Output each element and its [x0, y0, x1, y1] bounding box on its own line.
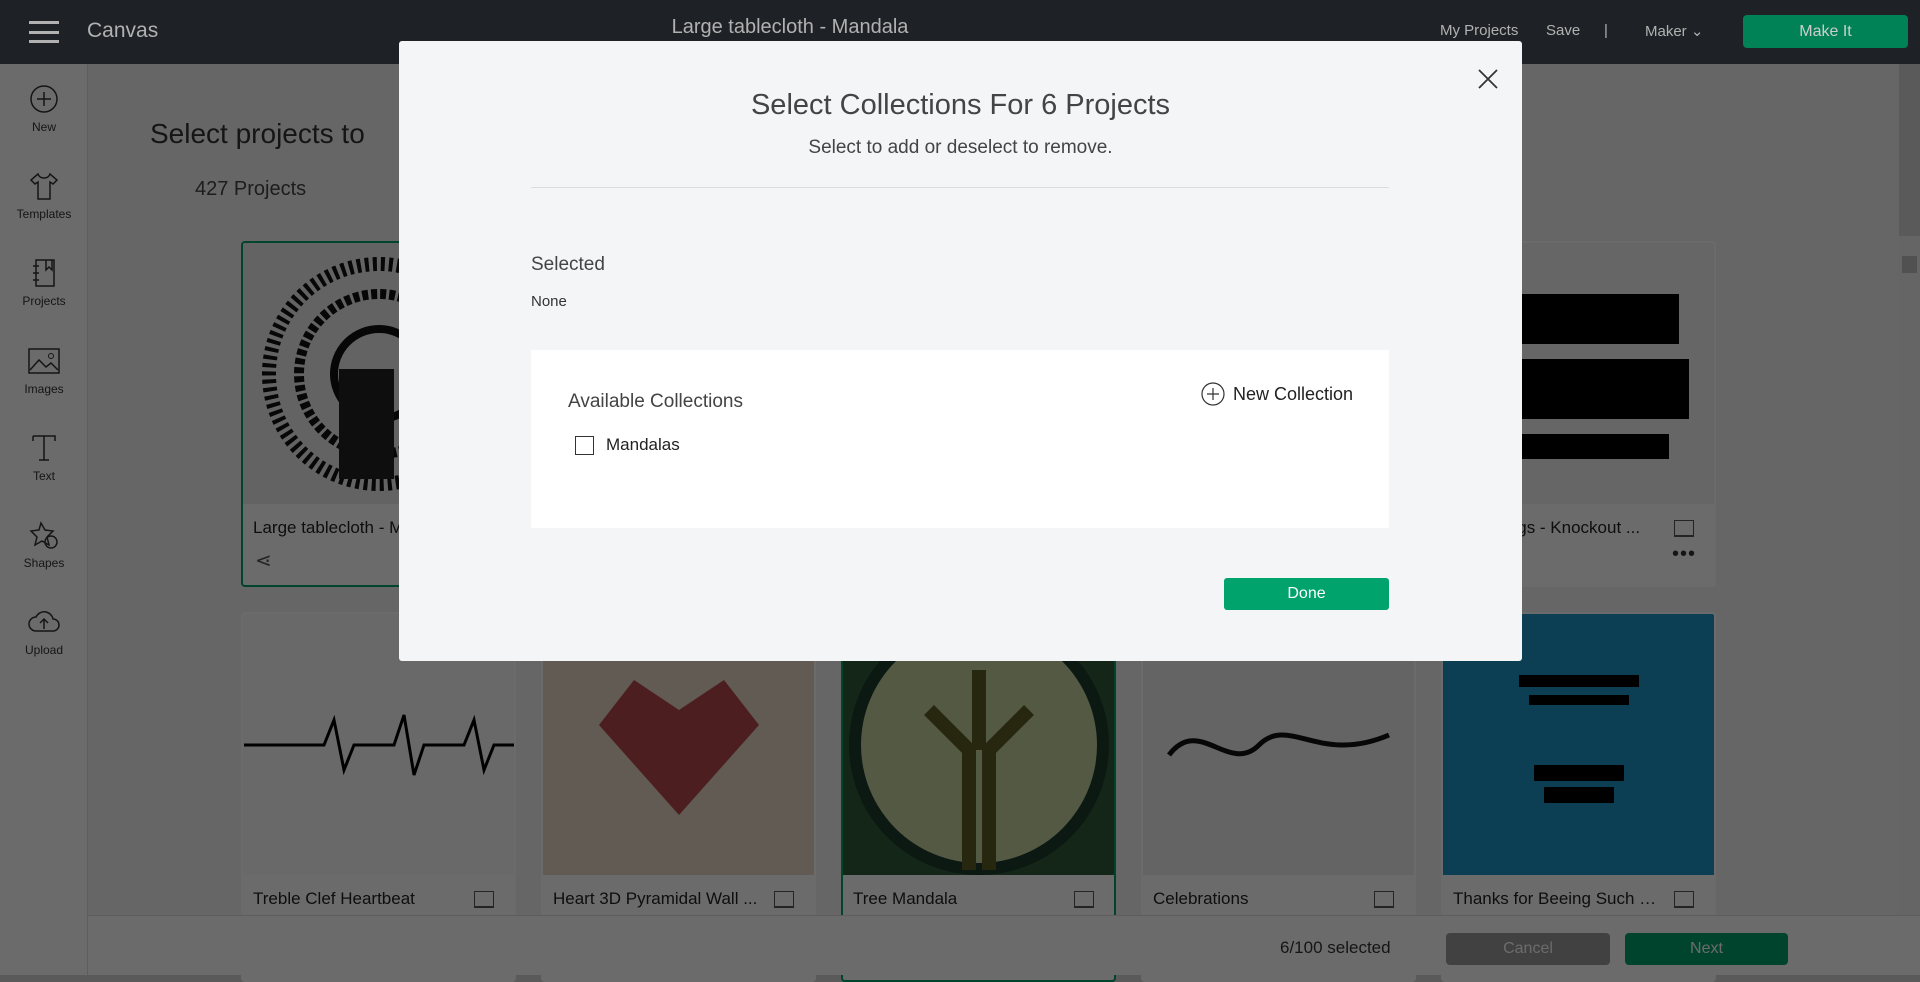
sidebar-item-label: Text	[32, 469, 55, 483]
dialog-subtitle: Select to add or deselect to remove.	[808, 137, 1113, 158]
document-title: Large tablecloth - Mandala	[671, 16, 909, 38]
select-checkbox-icon[interactable]	[1374, 891, 1394, 908]
sidebar-item-upload[interactable]: Upload	[0, 607, 88, 657]
my-projects-link[interactable]: My Projects	[1440, 22, 1518, 39]
sidebar-item-templates[interactable]: Templates	[0, 171, 88, 221]
available-collections-panel: Available Collections New Collection Man…	[531, 350, 1389, 528]
close-icon[interactable]	[1477, 68, 1499, 90]
sidebar-item-label: Upload	[24, 643, 64, 657]
plus-circle-icon	[1201, 382, 1225, 406]
sidebar-item-label: New	[31, 120, 56, 134]
collection-checkbox[interactable]	[575, 435, 594, 455]
image-icon	[28, 348, 60, 374]
selected-count: 6/100 selected	[1280, 938, 1391, 957]
page-heading: Select projects to	[150, 118, 365, 149]
sidebar-item-projects[interactable]: Projects	[0, 258, 88, 308]
save-link[interactable]: Save	[1546, 22, 1580, 39]
sidebar-item-shapes[interactable]: Shapes	[0, 520, 88, 570]
chevron-down-icon: ⌄	[1690, 23, 1704, 40]
sidebar-item-text[interactable]: Text	[0, 433, 88, 483]
sidebar-item-label: Shapes	[23, 556, 65, 570]
machine-select[interactable]: Maker ⌄	[1645, 22, 1703, 40]
select-checkbox-icon[interactable]	[1674, 520, 1694, 537]
new-collection-label: New Collection	[1233, 383, 1354, 404]
sidebar-item-label: Templates	[16, 207, 72, 221]
select-checkbox-icon[interactable]	[774, 891, 794, 908]
next-button[interactable]: Next	[1625, 933, 1788, 965]
shirt-icon	[29, 172, 59, 200]
project-name: Heart 3D Pyramidal Wall ...	[553, 889, 758, 908]
more-options-icon[interactable]: •••	[1672, 543, 1696, 566]
sidebar-item-label: Projects	[22, 294, 66, 308]
sidebar-item-images[interactable]: Images	[0, 346, 88, 396]
sidebar: New Templates Projects Images Text Shape…	[0, 64, 88, 975]
project-name: Celebrations	[1153, 889, 1249, 908]
sidebar-item-new[interactable]: New	[0, 84, 88, 134]
project-name: Thanks for Beeing Such a Gre...	[1453, 889, 1663, 908]
selected-label: Selected	[531, 254, 605, 275]
dialog-title: Select Collections For 6 Projects	[750, 89, 1171, 121]
machine-label: Maker	[1645, 23, 1687, 40]
bottom-bar: 6/100 selected Cancel Next	[88, 915, 1920, 975]
plus-circle-icon	[30, 85, 58, 113]
separator: |	[1604, 22, 1608, 39]
cancel-button[interactable]: Cancel	[1446, 933, 1610, 965]
selected-value: None	[531, 293, 567, 310]
divider	[531, 187, 1389, 188]
select-checkbox-icon[interactable]	[1074, 891, 1094, 908]
collection-item-mandalas[interactable]: Mandalas	[575, 435, 680, 455]
project-name: Tree Mandala	[853, 889, 958, 908]
available-collections-label: Available Collections	[568, 391, 743, 412]
project-name: Treble Clef Heartbeat	[253, 889, 415, 908]
cloud-upload-icon	[28, 611, 60, 632]
project-count: 427 Projects	[195, 178, 307, 200]
select-collections-dialog: Select Collections For 6 Projects Select…	[399, 41, 1522, 661]
make-it-button[interactable]: Make It	[1743, 15, 1908, 48]
sidebar-item-label: Images	[24, 382, 64, 396]
shapes-icon	[29, 521, 58, 549]
select-checkbox-icon[interactable]	[474, 891, 494, 908]
scrollbar-thumb[interactable]	[1902, 256, 1917, 273]
share-icon[interactable]: ⋖	[255, 548, 272, 573]
done-button[interactable]: Done	[1224, 578, 1389, 610]
new-collection-button[interactable]: New Collection	[1201, 382, 1353, 406]
select-checkbox-icon[interactable]	[1674, 891, 1694, 908]
notebook-icon	[33, 259, 55, 287]
scrollbar[interactable]	[1899, 236, 1920, 915]
collection-name: Mandalas	[606, 435, 680, 454]
text-icon	[32, 435, 56, 461]
